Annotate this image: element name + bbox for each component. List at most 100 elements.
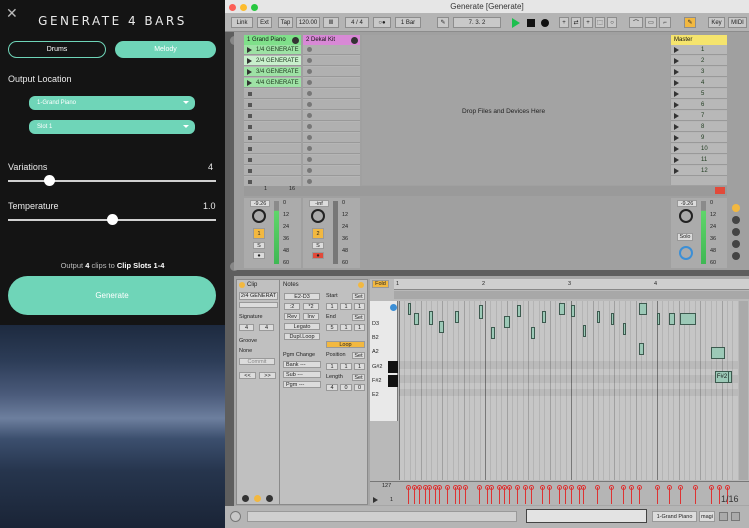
tab-drums[interactable]: Drums [8,41,106,58]
slot-stop-icon[interactable] [248,135,252,140]
scene-launch[interactable]: 5 [671,89,727,99]
velocity-handle[interactable] [437,485,442,490]
velocity-marker[interactable] [427,485,432,504]
velocity-marker[interactable] [621,485,626,504]
velocity-handle[interactable] [595,485,600,490]
velocity-marker[interactable] [581,485,586,504]
signature-denominator[interactable]: 4 [259,324,274,331]
velocity-handle[interactable] [693,485,698,490]
velocity-marker[interactable] [445,485,450,504]
pan-knob-icon[interactable] [679,209,693,223]
commit-button[interactable]: Commit [239,358,275,365]
crossfader-toggle-icon[interactable] [732,252,740,260]
slot-record-icon[interactable] [307,58,312,63]
hot-swap-icon[interactable] [242,495,249,502]
selected-track-name[interactable]: 1-Grand Piano [652,511,697,522]
pencil-icon[interactable]: ✎ [684,17,696,28]
halve-button[interactable]: :2 [284,303,300,310]
slot-stop-icon[interactable] [248,102,252,107]
velocity-handle[interactable] [515,485,520,490]
velocity-marker[interactable] [693,485,698,504]
preview-icon[interactable] [390,304,397,311]
velocity-marker[interactable] [453,485,458,504]
nudge-forward-button[interactable]: >> [259,372,276,379]
tap-button[interactable]: Tap [278,17,293,28]
clip-slot-empty[interactable] [303,56,360,66]
sub-field[interactable]: Sub --- [283,371,321,378]
scene-launch[interactable]: 8 [671,122,727,132]
generate-button[interactable]: Generate [8,276,216,315]
velocity-handle[interactable] [463,485,468,490]
loop-brace[interactable] [394,291,749,299]
midi-note[interactable] [639,343,644,355]
velocity-marker[interactable] [563,485,568,504]
velocity-handle[interactable] [563,485,568,490]
stop-all-clips-icon[interactable] [715,187,725,194]
clip-slot-generated[interactable]: 1/4 GENERATE [244,45,301,55]
slot-stop-icon[interactable] [248,146,252,151]
velocity-handle[interactable] [547,485,552,490]
velocity-handle[interactable] [406,485,411,490]
midi-note[interactable] [639,303,647,315]
fold-button[interactable]: Fold [372,280,389,288]
scene-launch-icon[interactable] [674,46,679,53]
clip-overview[interactable] [526,509,647,523]
slot-stop-icon[interactable] [248,91,252,96]
velocity-handle[interactable] [667,485,672,490]
clip-slot-empty[interactable] [244,155,301,165]
velocity-marker[interactable] [547,485,552,504]
scene-launch-icon[interactable] [674,167,679,174]
midi-note[interactable] [517,305,521,317]
pan-knob-icon[interactable] [252,209,266,223]
scene-launch[interactable]: 7 [671,111,727,121]
double-button[interactable]: *2 [303,303,319,310]
notes-toggle-icon[interactable] [358,282,364,288]
track-1-arm[interactable]: ● [253,252,265,259]
velocity-handle[interactable] [581,485,586,490]
clip-slot-generated[interactable]: 2/4 GENERATE [244,56,301,66]
slot-stop-icon[interactable] [248,157,252,162]
scene-launch-icon[interactable] [674,90,679,97]
velocity-handle[interactable] [507,485,512,490]
slot-record-icon[interactable] [307,179,312,184]
scene-launch-icon[interactable] [674,123,679,130]
cue-volume-knob-icon[interactable] [679,246,693,260]
clip-launch-icon[interactable] [247,57,252,64]
velocity-marker[interactable] [437,485,442,504]
bank-field[interactable]: Bank --- [283,361,321,368]
velocity-marker[interactable] [540,485,545,504]
midi-note[interactable] [669,313,675,325]
link-button[interactable]: Link [231,17,253,28]
overdub-icon[interactable]: + [559,17,569,28]
record-icon[interactable] [541,19,549,27]
slot-record-icon[interactable] [307,80,312,85]
track-2-arm[interactable]: ● [312,252,324,259]
key-map-button[interactable]: Key [708,17,725,28]
io-toggle-icon[interactable] [732,204,740,212]
chevron-down-icon[interactable] [292,36,299,44]
scene-launch-icon[interactable] [674,134,679,141]
velocity-handle[interactable] [540,485,545,490]
signature-numerator[interactable]: 4 [239,324,254,331]
midi-note[interactable] [571,305,575,317]
clip-slot-empty[interactable] [303,67,360,77]
legato-button[interactable]: Legato [284,323,320,330]
ext-button[interactable]: Ext [257,17,272,28]
velocity-marker[interactable] [485,485,490,504]
midi-map-button[interactable]: MIDI [728,17,747,28]
track-2-header[interactable]: 2 Dekal Kit [303,35,360,45]
selected-device-name[interactable]: magi [699,511,715,522]
nudge-back-button[interactable]: << [239,372,256,379]
punch-in-icon[interactable]: ▭ [645,17,657,28]
velocity-marker[interactable] [717,485,722,504]
position-set-button[interactable]: Set [352,352,365,359]
velocity-lane[interactable]: 127 1 1/16 [370,481,749,505]
scene-launch[interactable]: 6 [671,100,727,110]
end-set-button[interactable]: Set [352,314,365,321]
view-toggle-icon[interactable] [254,495,261,502]
tempo-field[interactable]: 120.00 [296,17,320,28]
sends-toggle-icon[interactable] [732,216,740,224]
scene-launch[interactable]: 11 [671,155,727,165]
clip-slot-generated[interactable]: 3/4 GENERATE [244,67,301,77]
midi-note[interactable] [597,311,600,323]
